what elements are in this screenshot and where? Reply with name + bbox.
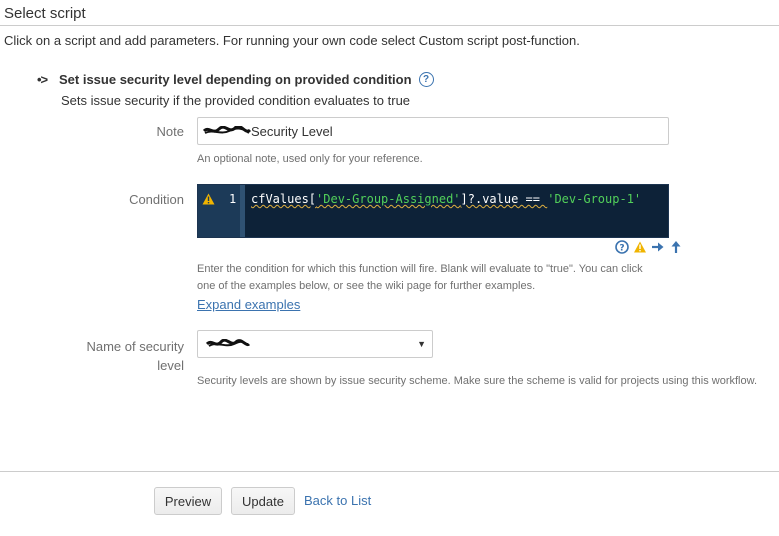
line-number: 1 [229,192,237,206]
script-title: Set issue security level depending on pr… [59,72,412,87]
condition-editor[interactable]: 1 cfValues['Dev-Group-Assigned']?.value … [197,184,669,238]
expand-examples-link[interactable]: Expand examples [197,297,300,312]
warning-icon [202,193,215,205]
divider-bottom [0,471,779,472]
condition-help-line: one of the examples below, or see the wi… [197,280,536,292]
help-circle-icon[interactable]: ? [615,240,629,254]
update-button[interactable]: Update [231,487,295,515]
note-value: Security Level [251,123,333,139]
note-input[interactable]: Security Level [197,117,669,145]
section-title: Select script [4,5,86,22]
code-string: 'Dev-Group-Assigned' [316,192,461,206]
script-description: Sets issue security if the provided cond… [61,93,411,108]
arrow-right-icon[interactable] [651,240,665,254]
code-token: cfValues[ [251,192,317,206]
warning-icon[interactable] [633,240,647,254]
security-level-label-line: level [157,358,184,373]
divider-top [0,25,779,26]
arrow-up-icon[interactable] [669,240,683,254]
redacted-scribble [203,126,251,134]
preview-button[interactable]: Preview [154,487,222,515]
code-string: 'Dev-Group-1' [547,192,642,206]
security-level-select[interactable]: ▼ [197,330,433,358]
help-circle-icon[interactable]: ? [418,72,434,87]
chevron-down-icon[interactable]: ▼ [417,339,426,349]
intro-text: Click on a script and add parameters. Fo… [4,33,580,48]
note-label: Note [156,124,184,139]
editor-gutter-bar [240,185,245,237]
security-level-label: Name of security level [14,337,184,375]
svg-text:?: ? [619,244,624,254]
code-token: ]?.value == [460,192,548,206]
redacted-scribble [206,339,250,347]
condition-help-line: Enter the condition for which this funct… [197,263,643,275]
security-level-label-line: Name of security [86,339,184,354]
note-hint: An optional note, used only for your ref… [197,153,423,165]
editor-toolbar: ? [615,240,683,254]
condition-label: Condition [129,192,184,207]
back-to-list-link[interactable]: Back to List [304,493,371,508]
security-level-hint: Security levels are shown by issue secur… [197,375,758,387]
condition-help: Enter the condition for which this funct… [197,261,667,295]
script-heading: •> Set issue security level depending on… [37,72,434,87]
code-line[interactable]: cfValues['Dev-Group-Assigned']?.value ==… [251,192,641,206]
bullet-arrow: •> [37,72,48,87]
